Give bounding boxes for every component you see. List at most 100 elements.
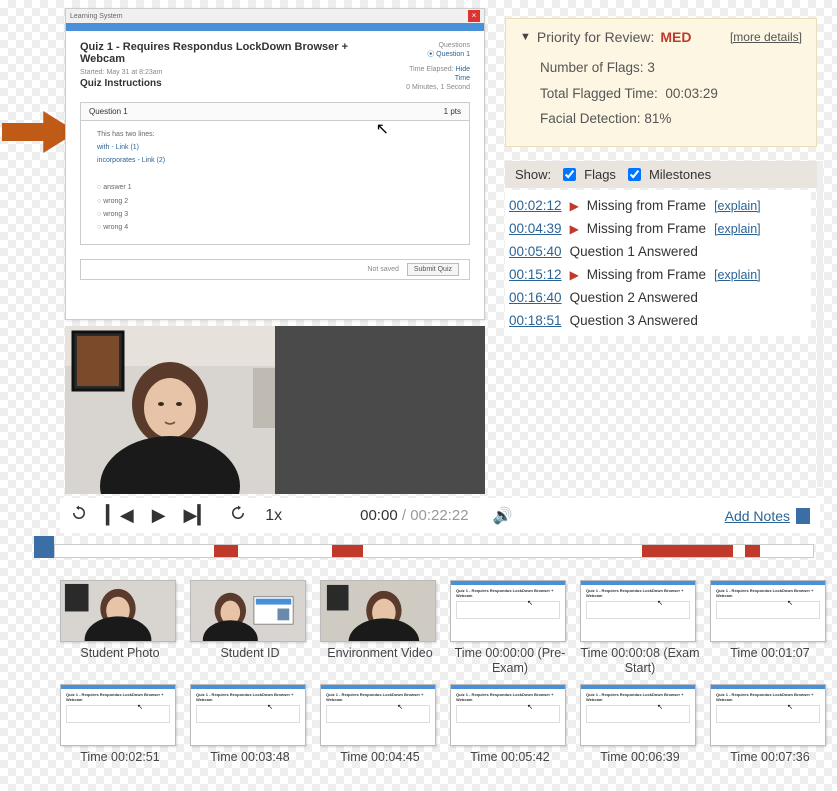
explain-link[interactable]: [explain]	[714, 222, 761, 236]
thumbnail[interactable]: Quiz 1 - Requires Respondus LockDown Bro…	[190, 684, 310, 765]
event-time-link[interactable]: 00:18:51	[509, 313, 562, 328]
thumbnail-label: Time 00:03:48	[190, 750, 310, 765]
video-panel	[65, 326, 485, 494]
event-row: 00:02:12 ▶ Missing from Frame [explain]	[505, 194, 811, 217]
thumbnail-label: Environment Video	[320, 646, 440, 661]
thumbnail[interactable]: Quiz 1 - Requires Respondus LockDown Bro…	[580, 580, 700, 676]
play-button[interactable]: ▶	[152, 505, 166, 526]
event-time-link[interactable]: 00:15:12	[509, 267, 562, 282]
event-row: 00:05:40Question 1 Answered	[505, 240, 811, 263]
thumbnail[interactable]: Quiz 1 - Requires Respondus LockDown Bro…	[710, 684, 830, 765]
close-icon: ×	[468, 10, 480, 22]
webcam-feed	[65, 326, 275, 494]
thumbnail[interactable]: Quiz 1 - Requires Respondus LockDown Bro…	[580, 684, 700, 765]
event-time-link[interactable]: 00:05:40	[509, 244, 562, 259]
question-header: Question 1	[89, 107, 128, 116]
thumbnail[interactable]: Quiz 1 - Requires Respondus LockDown Bro…	[60, 684, 180, 765]
milestones-filter-label: Milestones	[649, 167, 711, 182]
priority-panel: ▼ Priority for Review: MED [more details…	[505, 18, 817, 147]
question-nav-link: ⦿ Question 1	[393, 50, 470, 59]
thumbnail-grid: Student Photo Student ID Environment Video…	[60, 580, 830, 765]
thumbnail-label: Time 00:01:07	[710, 646, 830, 661]
flag-segment[interactable]	[642, 545, 733, 557]
quiz-instructions-label: Quiz Instructions	[80, 78, 393, 89]
flag-icon: ▶	[570, 268, 579, 282]
quiz-title: Quiz 1 - Requires Respondus LockDown Bro…	[80, 41, 393, 65]
thumbnail-image[interactable]	[320, 580, 436, 642]
thumbnail-image[interactable]	[60, 580, 176, 642]
timeline[interactable]	[34, 540, 820, 564]
thumbnail[interactable]: Quiz 1 - Requires Respondus LockDown Bro…	[320, 684, 440, 765]
thumbnail-label: Time 00:06:39	[580, 750, 700, 765]
event-list: 00:02:12▶Missing from Frame[explain]00:0…	[505, 190, 811, 336]
thumbnail-image[interactable]: Quiz 1 - Requires Respondus LockDown Bro…	[580, 684, 696, 746]
event-time-link[interactable]: 00:02:12	[509, 198, 562, 213]
thumbnail-image[interactable]: Quiz 1 - Requires Respondus LockDown Bro…	[710, 580, 826, 642]
facial-detection: 81%	[644, 111, 671, 126]
thumbnail-label: Time 00:04:45	[320, 750, 440, 765]
priority-value: MED	[660, 29, 691, 45]
app-name: Learning System	[70, 13, 123, 20]
thumbnail-image[interactable]: Quiz 1 - Requires Respondus LockDown Bro…	[190, 684, 306, 746]
thumbnail-image[interactable]: Quiz 1 - Requires Respondus LockDown Bro…	[450, 580, 566, 642]
screen-feed	[275, 326, 485, 494]
thumbnail[interactable]: Student ID	[190, 580, 310, 676]
flagged-time: 00:03:29	[665, 86, 718, 101]
explain-link[interactable]: [explain]	[714, 199, 761, 213]
thumbnail[interactable]: Quiz 1 - Requires Respondus LockDown Bro…	[450, 684, 570, 765]
event-time-link[interactable]: 00:16:40	[509, 290, 562, 305]
speed-toggle[interactable]: 1x	[265, 507, 282, 525]
more-details-link[interactable]: [more details]	[730, 30, 802, 44]
flags-checkbox[interactable]	[563, 168, 576, 181]
thumbnail-image[interactable]: Quiz 1 - Requires Respondus LockDown Bro…	[450, 684, 566, 746]
thumbnail[interactable]: Student Photo	[60, 580, 180, 676]
explain-link[interactable]: [explain]	[714, 268, 761, 282]
flags-count: 3	[647, 60, 655, 75]
thumbnail-label: Time 00:00:08 (Exam Start)	[580, 646, 700, 676]
scrollbar[interactable]	[817, 161, 823, 487]
forward-button[interactable]	[229, 504, 247, 527]
milestones-checkbox[interactable]	[628, 168, 641, 181]
thumbnail-label: Student Photo	[60, 646, 180, 661]
flag-segment[interactable]	[332, 545, 364, 557]
rewind-button[interactable]	[70, 504, 88, 527]
note-icon	[796, 508, 810, 524]
thumbnail[interactable]: Environment Video	[320, 580, 440, 676]
event-text: Question 3 Answered	[570, 313, 698, 328]
prev-button[interactable]: ▎◀	[106, 505, 134, 526]
priority-label: Priority for Review:	[537, 29, 654, 45]
thumbnail-label: Time 00:02:51	[60, 750, 180, 765]
show-filter-bar: Show: Flags Milestones	[505, 161, 817, 188]
playback-controls: ▎◀ ▶ ▶▎ 1x 00:00 / 00:22:22 🔊 Add Notes	[60, 498, 820, 533]
thumbnail-label: Time 00:05:42	[450, 750, 570, 765]
add-notes-link[interactable]: Add Notes	[725, 508, 810, 524]
event-time-link[interactable]: 00:04:39	[509, 221, 562, 236]
event-row: 00:04:39 ▶ Missing from Frame [explain]	[505, 217, 811, 240]
timeline-handle[interactable]	[34, 536, 54, 558]
thumbnail-image[interactable]: Quiz 1 - Requires Respondus LockDown Bro…	[580, 580, 696, 642]
quiz-started: Started: May 31 at 8:23am	[80, 69, 393, 76]
collapse-icon[interactable]: ▼	[520, 31, 531, 43]
event-text: Missing from Frame	[587, 221, 706, 236]
thumbnail-image[interactable]: Quiz 1 - Requires Respondus LockDown Bro…	[60, 684, 176, 746]
flag-segment[interactable]	[214, 545, 238, 557]
event-text: Question 2 Answered	[570, 290, 698, 305]
questions-label: Questions	[393, 41, 470, 50]
event-row: 00:18:51 Question 3 Answered	[505, 309, 811, 332]
thumbnail-image[interactable]: Quiz 1 - Requires Respondus LockDown Bro…	[320, 684, 436, 746]
thumbnail-image[interactable]	[190, 580, 306, 642]
flag-segment[interactable]	[745, 545, 760, 557]
flags-filter-label: Flags	[584, 167, 616, 182]
flag-icon: ▶	[570, 222, 579, 236]
flag-icon: ▶	[570, 199, 579, 213]
thumbnail[interactable]: Quiz 1 - Requires Respondus LockDown Bro…	[710, 580, 830, 676]
thumbnail[interactable]: Quiz 1 - Requires Respondus LockDown Bro…	[450, 580, 570, 676]
event-text: Missing from Frame	[587, 198, 706, 213]
submit-quiz-button: Submit Quiz	[407, 263, 459, 276]
thumbnail-label: Time 00:00:00 (Pre-Exam)	[450, 646, 570, 676]
next-button[interactable]: ▶▎	[184, 505, 212, 526]
show-label: Show:	[515, 167, 551, 182]
thumbnail-image[interactable]: Quiz 1 - Requires Respondus LockDown Bro…	[710, 684, 826, 746]
volume-button[interactable]: 🔊	[493, 506, 513, 526]
event-row: 00:16:40 Question 2 Answered	[505, 286, 811, 309]
